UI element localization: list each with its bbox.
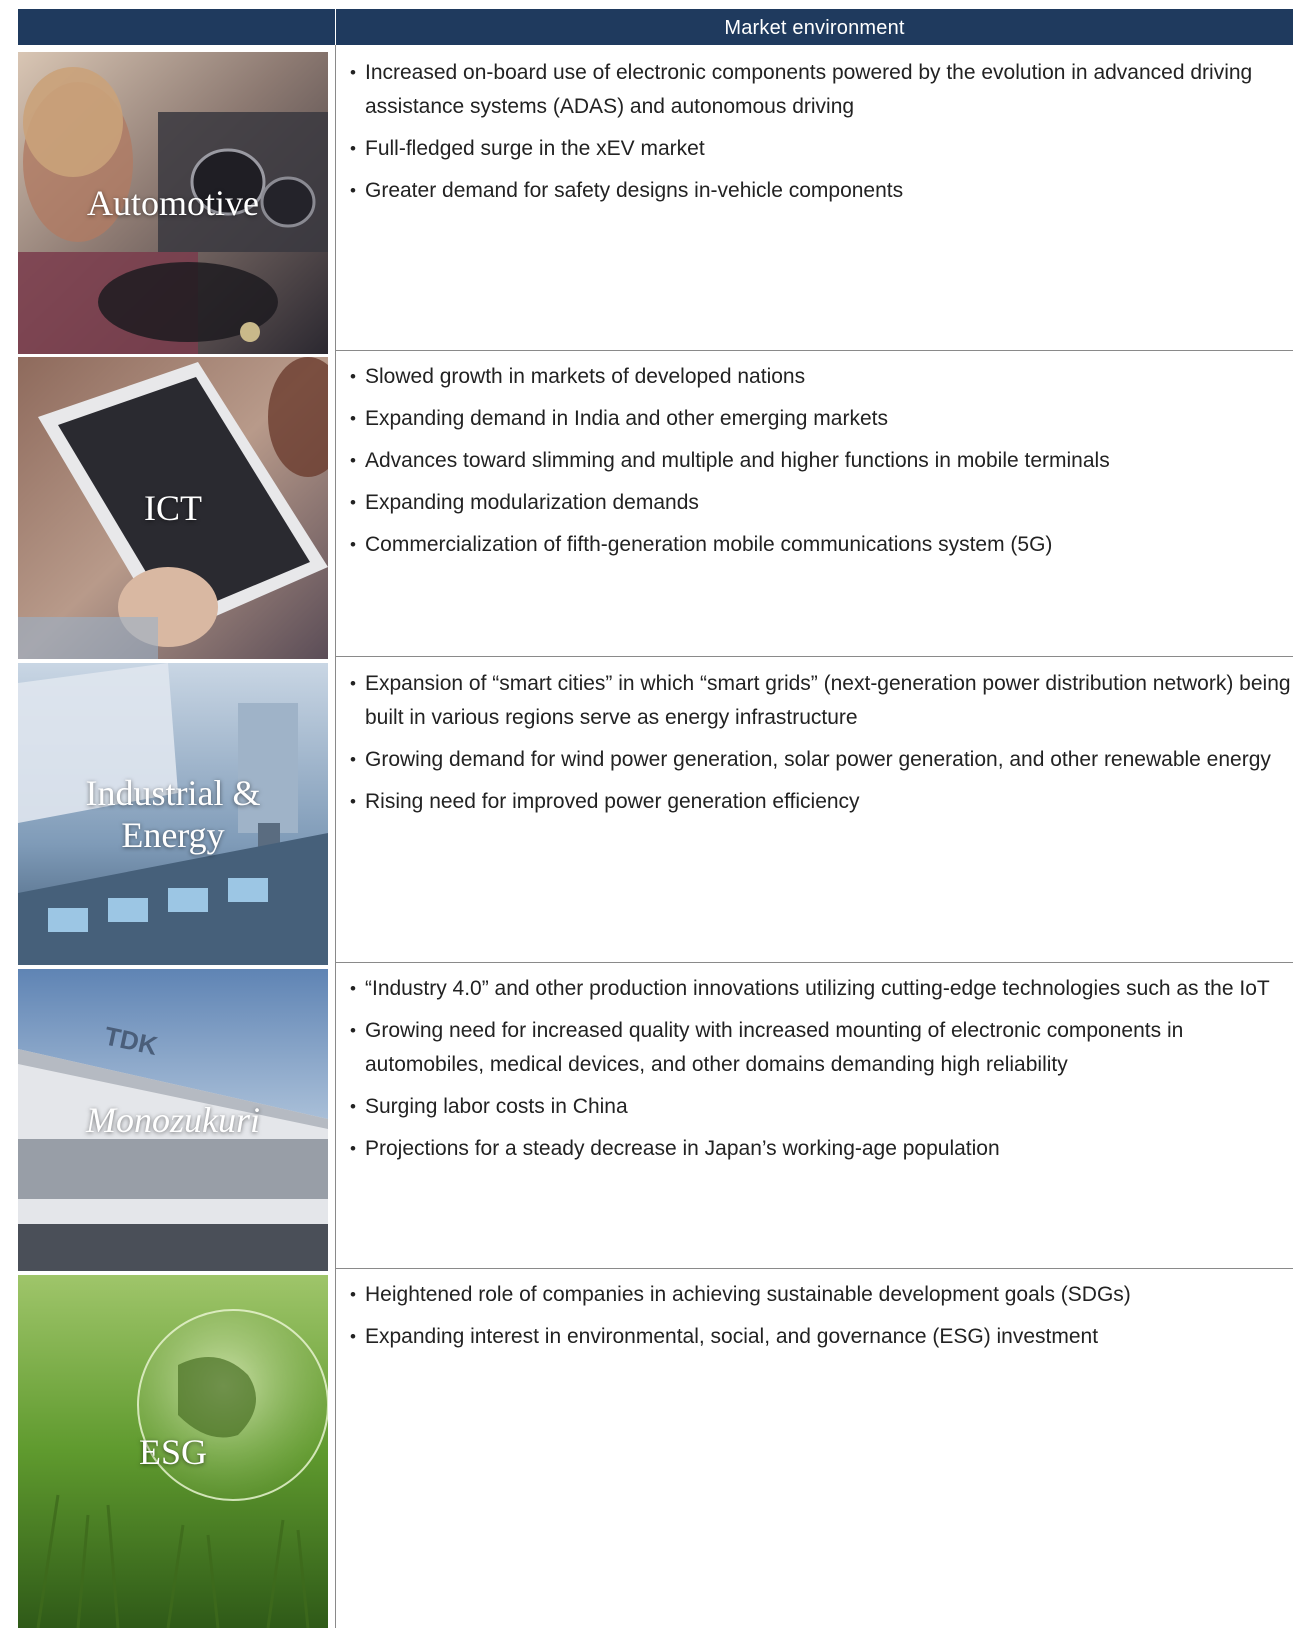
bullet-dot-icon: • [350, 1285, 356, 1304]
industrial-energy-bullets: • Expansion of “smart cities” in which “s… [350, 667, 1293, 827]
row-divider [335, 350, 1293, 351]
segment-label-esg: ESG [138, 1431, 207, 1472]
bullet-item: • Projections for a steady decrease in Ja… [350, 1132, 1293, 1166]
bullet-dot-icon: • [350, 409, 356, 428]
bullet-item: • Growing demand for wind power generatio… [350, 743, 1293, 777]
bullet-item: • Greater demand for safety designs in-ve… [350, 174, 1293, 208]
automotive-image: Automotive [18, 52, 328, 354]
bullet-item: • Slowed growth in markets of developed n… [350, 360, 1293, 394]
bullet-item: • Full-fledged surge in the xEV market [350, 132, 1293, 166]
ict-image: ICT [18, 357, 328, 659]
bullet-dot-icon: • [350, 367, 356, 386]
bullet-dot-icon: • [350, 1327, 356, 1346]
monozukuri-image: TDK Monozukuri [18, 969, 328, 1271]
bullet-dot-icon: • [350, 674, 356, 693]
esg-bullets: • Heightened role of companies in achievi… [350, 1278, 1293, 1362]
bullet-item: • Expanding interest in environmental, so… [350, 1320, 1293, 1354]
bullet-dot-icon: • [350, 139, 356, 158]
bullet-item: • Advances toward slimming and multiple a… [350, 444, 1293, 478]
bullet-item: • Expansion of “smart cities” in which “s… [350, 667, 1293, 735]
industrial-energy-image: Industrial & Energy [18, 663, 328, 965]
segment-label-automotive: Automotive [87, 183, 259, 223]
row-divider [335, 962, 1293, 963]
bullet-item: • “Industry 4.0” and other production inn… [350, 972, 1293, 1006]
automotive-bullets: • Increased on-board use of electronic co… [350, 56, 1293, 216]
bullet-item: • Commercialization of fifth-generation m… [350, 528, 1293, 562]
bullet-item: • Surging labor costs in China [350, 1090, 1293, 1124]
bullet-item: • Increased on-board use of electronic co… [350, 56, 1293, 124]
bullet-dot-icon: • [350, 451, 356, 470]
segment-label-monozukuri: Monozukuri [86, 1100, 260, 1140]
bullet-item: • Rising need for improved power generati… [350, 785, 1293, 819]
row-divider [335, 656, 1293, 657]
bullet-dot-icon: • [350, 1021, 356, 1040]
bullet-dot-icon: • [350, 792, 356, 811]
bullet-item: • Expanding demand in India and other eme… [350, 402, 1293, 436]
esg-image: ESG [18, 1275, 328, 1628]
row-divider [335, 1268, 1293, 1269]
monozukuri-bullets: • “Industry 4.0” and other production inn… [350, 972, 1293, 1174]
bullet-item: • Heightened role of companies in achievi… [350, 1278, 1293, 1312]
bullet-dot-icon: • [350, 1097, 356, 1116]
bullet-dot-icon: • [350, 181, 356, 200]
bullet-dot-icon: • [350, 63, 356, 82]
column-divider [335, 45, 336, 1628]
bullet-dot-icon: • [350, 979, 356, 998]
segment-label-industrial-energy: Industrial & Energy [85, 773, 261, 855]
segment-label-ict: ICT [144, 488, 202, 528]
bullet-dot-icon: • [350, 535, 356, 554]
bullet-dot-icon: • [350, 750, 356, 769]
ict-bullets: • Slowed growth in markets of developed n… [350, 360, 1293, 570]
bullet-item: • Growing need for increased quality with… [350, 1014, 1293, 1082]
bullet-dot-icon: • [350, 1139, 356, 1158]
bullet-item: • Expanding modularization demands [350, 486, 1293, 520]
market-environment-header: Market environment [724, 17, 905, 39]
bullet-dot-icon: • [350, 493, 356, 512]
